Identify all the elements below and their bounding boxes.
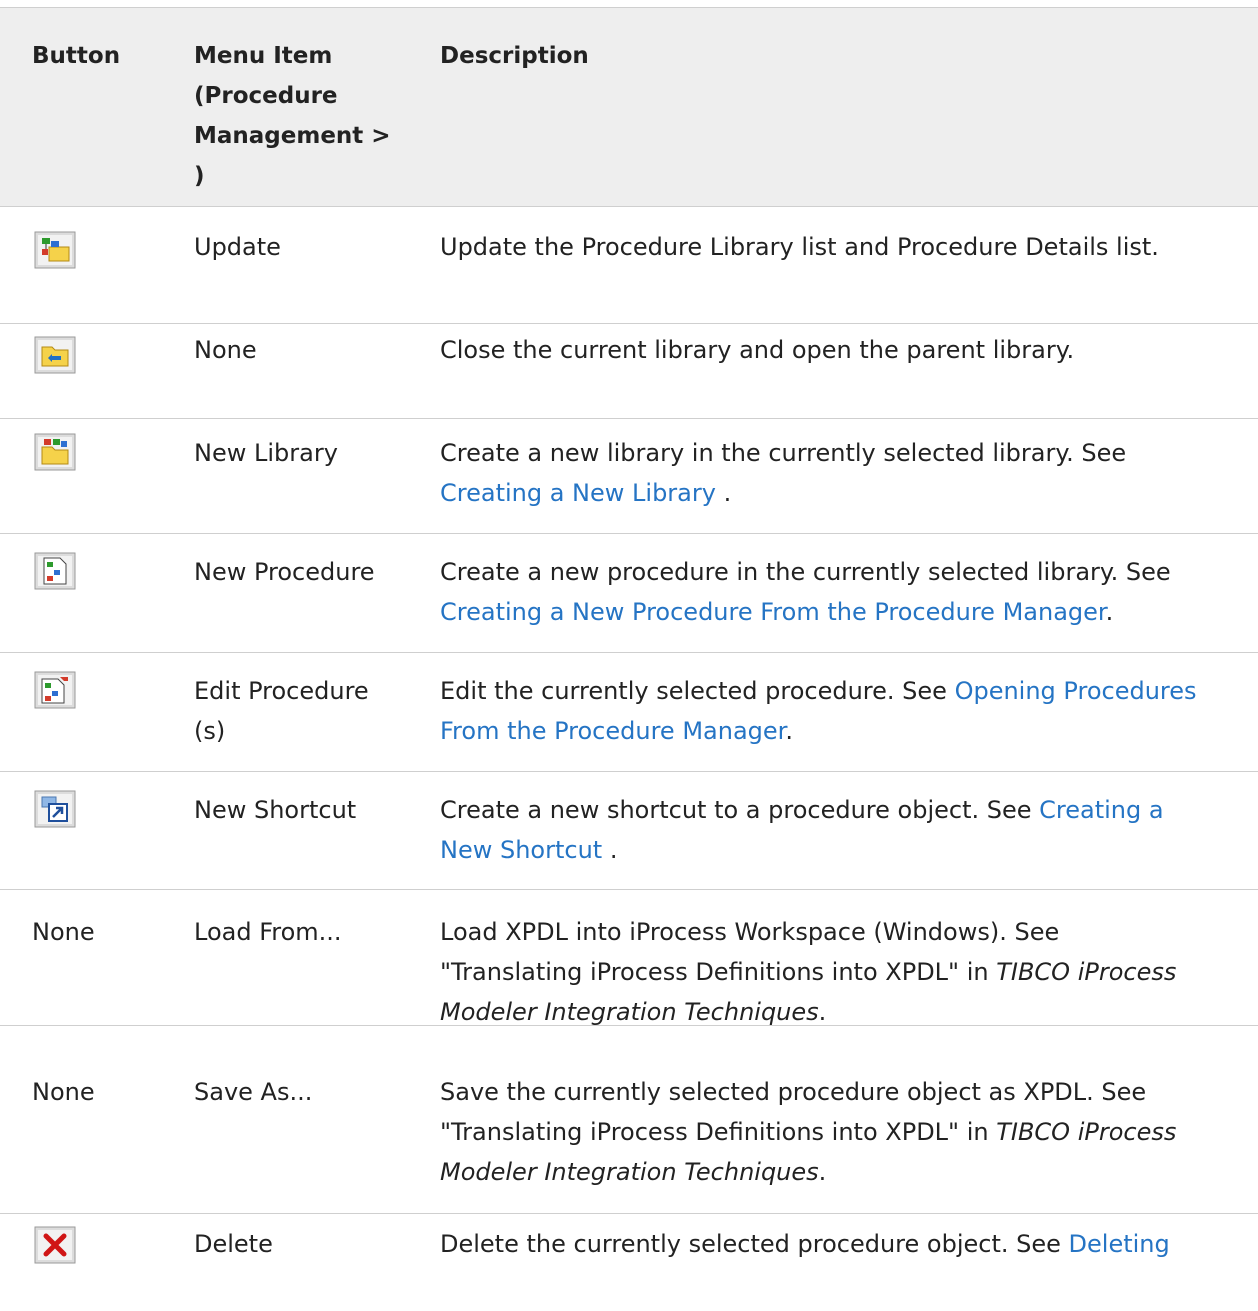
description-text: "Translating iProcess Definitions into X… <box>440 1118 997 1146</box>
header-description: Description <box>440 43 589 69</box>
table-row: None Close the current library and open … <box>0 324 1258 419</box>
table-header: Button Menu Item (Procedure Management >… <box>0 7 1258 207</box>
link-creating-new-procedure[interactable]: Creating a New Procedure From the Proced… <box>440 598 1106 626</box>
period: . <box>818 1158 827 1186</box>
header-menu-line: Menu Item <box>194 43 333 69</box>
menu-item-label: New Shortcut <box>194 796 357 824</box>
table-row: Edit Procedure (s) Edit the currently se… <box>0 653 1258 772</box>
table-row: Delete Delete the currently selected pro… <box>0 1214 1258 1311</box>
description: Create a new library in the currently se… <box>440 439 1127 467</box>
menu-item-label: Save As... <box>194 1078 313 1106</box>
link-suffix: . <box>785 717 793 745</box>
table-row: Update Update the Procedure Library list… <box>0 207 1258 324</box>
description-line: Edit the currently selected procedure. S… <box>440 671 1250 711</box>
header-menu-line: Management > <box>194 123 391 149</box>
description: Create a new shortcut to a procedure obj… <box>440 796 1032 824</box>
button-none: None <box>32 1078 95 1106</box>
description-block: Save the currently selected procedure ob… <box>440 1072 1250 1192</box>
edit-procedure-icon <box>32 669 78 709</box>
description-link-line: Creating a New Procedure From the Proced… <box>440 592 1250 632</box>
link-creating-new-library[interactable]: Creating a New Library <box>440 479 716 507</box>
link-deleting[interactable]: Deleting <box>1069 1230 1170 1258</box>
header-button: Button <box>32 43 121 69</box>
description-line: Delete the currently selected procedure … <box>440 1224 1250 1264</box>
description-block: Create a new shortcut to a procedure obj… <box>440 790 1250 870</box>
description-block: Create a new procedure in the currently … <box>440 552 1250 632</box>
header-menu-line: (Procedure <box>194 83 338 109</box>
new-shortcut-icon <box>32 788 78 828</box>
header-menu-line: ) <box>194 163 205 189</box>
menu-item-label: Load From... <box>194 918 342 946</box>
description: Save the currently selected procedure ob… <box>440 1078 1147 1106</box>
book-title: TIBCO iProcess <box>996 1118 1177 1146</box>
description-line: "Translating iProcess Definitions into X… <box>440 952 1250 992</box>
description-block: Create a new library in the currently se… <box>440 433 1250 513</box>
parent-library-icon <box>32 334 78 374</box>
description-line: Modeler Integration Techniques. <box>440 1152 1250 1192</box>
description-link-line: From the Procedure Manager. <box>440 711 1250 751</box>
description-link-line: New Shortcut . <box>440 830 1250 870</box>
link-suffix: . <box>715 479 732 507</box>
link-creating-new-shortcut-cont[interactable]: New Shortcut <box>440 836 602 864</box>
link-opening-procedures-cont[interactable]: From the Procedure Manager <box>440 717 785 745</box>
table-row: New Procedure Create a new procedure in … <box>0 534 1258 653</box>
book-title: TIBCO iProcess <box>996 958 1177 986</box>
menu-item-line: (s) <box>194 717 226 745</box>
menu-item-label: Edit Procedure (s) <box>194 671 404 751</box>
link-opening-procedures[interactable]: Opening Procedures <box>955 677 1197 705</box>
delete-icon <box>32 1224 78 1264</box>
book-title: Modeler Integration Techniques <box>440 1158 819 1186</box>
description: Delete the currently selected procedure … <box>440 1230 1061 1258</box>
book-title: Modeler Integration Techniques <box>440 998 819 1026</box>
description: Edit the currently selected procedure. S… <box>440 677 947 705</box>
header-menu-item: Menu Item (Procedure Management > ) <box>194 36 414 196</box>
menu-item-label: Update <box>194 233 281 261</box>
description-block: Load XPDL into iProcess Workspace (Windo… <box>440 912 1250 1032</box>
description-link-line: Creating a New Library . <box>440 473 1250 513</box>
update-icon <box>32 229 78 269</box>
menu-item-label: None <box>194 336 257 364</box>
menu-item-line: Edit Procedure <box>194 677 369 705</box>
description-line: Create a new shortcut to a procedure obj… <box>440 790 1250 830</box>
menu-item-label: New Library <box>194 439 338 467</box>
table-row: New Library Create a new library in the … <box>0 419 1258 534</box>
description-block: Edit the currently selected procedure. S… <box>440 671 1250 751</box>
link-creating-new-shortcut[interactable]: Creating a <box>1039 796 1163 824</box>
button-none: None <box>32 918 95 946</box>
new-library-icon <box>32 431 78 471</box>
link-suffix: . <box>602 836 618 864</box>
table-row: None Load From... Load XPDL into iProces… <box>0 890 1258 1026</box>
description-line: "Translating iProcess Definitions into X… <box>440 1112 1250 1152</box>
description: Create a new procedure in the currently … <box>440 558 1171 586</box>
new-procedure-icon <box>32 550 78 590</box>
table-row: None Save As... Save the currently selec… <box>0 1026 1258 1214</box>
menu-item-label: Delete <box>194 1230 273 1258</box>
description: Close the current library and open the p… <box>440 336 1075 364</box>
link-suffix: . <box>1105 598 1114 626</box>
description: Load XPDL into iProcess Workspace (Windo… <box>440 918 1060 946</box>
description: Update the Procedure Library list and Pr… <box>440 233 1159 261</box>
period: . <box>818 998 827 1026</box>
table-row: New Shortcut Create a new shortcut to a … <box>0 772 1258 890</box>
description-text: "Translating iProcess Definitions into X… <box>440 958 997 986</box>
menu-item-label: New Procedure <box>194 558 375 586</box>
